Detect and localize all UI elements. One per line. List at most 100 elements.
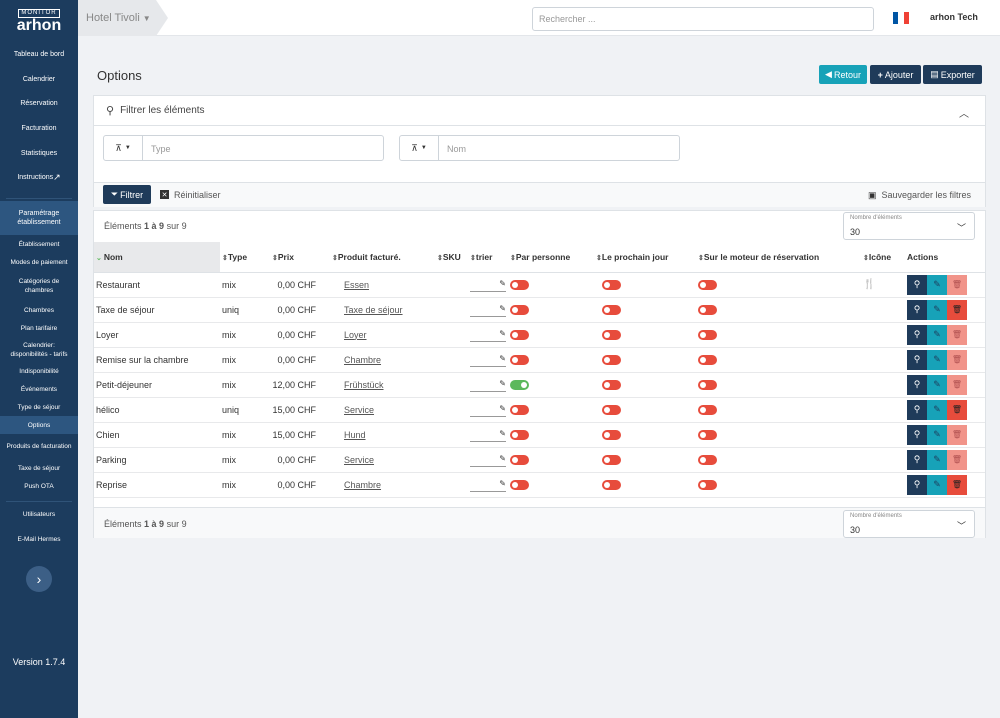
add-button[interactable]: + Ajouter bbox=[870, 65, 921, 84]
sidebar-subitem-12[interactable]: Push OTA bbox=[0, 477, 78, 495]
sidebar-item-0[interactable]: Tableau de bord bbox=[0, 42, 78, 67]
export-button[interactable]: ▤ Exporter bbox=[923, 65, 982, 84]
billed-product-link[interactable]: Chambre bbox=[344, 480, 381, 490]
booking-engine-toggle[interactable] bbox=[698, 454, 717, 465]
per-person-toggle[interactable] bbox=[510, 279, 529, 290]
name-operator-dropdown[interactable]: ⊼ ▼ bbox=[400, 136, 439, 160]
next-day-toggle[interactable] bbox=[602, 404, 621, 415]
per-person-toggle[interactable] bbox=[510, 304, 529, 315]
per-person-toggle[interactable] bbox=[510, 329, 529, 340]
filter-button[interactable]: ⏷ Filtrer bbox=[103, 185, 151, 204]
edit-button[interactable]: ✎ bbox=[927, 424, 947, 445]
sidebar-item-3[interactable]: Facturation bbox=[0, 116, 78, 141]
name-filter-input[interactable]: Nom bbox=[439, 136, 679, 160]
sidebar-subitem-7[interactable]: Événements bbox=[0, 380, 78, 398]
column-header-0[interactable]: ⌄ Nom bbox=[94, 242, 220, 273]
delete-button[interactable]: 🗑 bbox=[947, 474, 967, 495]
view-button[interactable]: ⚲ bbox=[907, 399, 927, 420]
booking-engine-toggle[interactable] bbox=[698, 429, 717, 440]
sidebar-subitem-2[interactable]: Catégories de chambres bbox=[0, 271, 78, 301]
edit-icon[interactable]: ✎ bbox=[499, 404, 506, 413]
billed-product-link[interactable]: Service bbox=[344, 405, 374, 415]
booking-engine-toggle[interactable] bbox=[698, 379, 717, 390]
sidebar-item-2[interactable]: Réservation bbox=[0, 91, 78, 116]
billed-product-link[interactable]: Essen bbox=[344, 280, 369, 290]
per-person-toggle[interactable] bbox=[510, 429, 529, 440]
sidebar-subitem-9[interactable]: Options bbox=[0, 416, 78, 435]
delete-button[interactable]: 🗑 bbox=[947, 274, 967, 295]
next-day-toggle[interactable] bbox=[602, 379, 621, 390]
sidebar-item-4[interactable]: Statistiques bbox=[0, 141, 78, 166]
sidebar-section-settings[interactable]: Paramétrage établissement bbox=[0, 201, 78, 236]
sort-order-input[interactable]: ✎ bbox=[470, 404, 506, 417]
delete-button[interactable]: 🗑 bbox=[947, 324, 967, 345]
per-person-toggle[interactable] bbox=[510, 379, 529, 390]
sidebar-subitem-8[interactable]: Type de séjour bbox=[0, 398, 78, 416]
next-day-toggle[interactable] bbox=[602, 479, 621, 490]
view-button[interactable]: ⚲ bbox=[907, 374, 927, 395]
next-day-toggle[interactable] bbox=[602, 304, 621, 315]
delete-button[interactable]: 🗑 bbox=[947, 349, 967, 370]
sort-order-input[interactable]: ✎ bbox=[470, 479, 506, 492]
sidebar-subitem-1[interactable]: Modes de paiement bbox=[0, 253, 78, 271]
booking-engine-toggle[interactable] bbox=[698, 404, 717, 415]
column-header-10[interactable]: Actions bbox=[905, 242, 985, 273]
sort-order-input[interactable]: ✎ bbox=[470, 279, 506, 292]
delete-button[interactable]: 🗑 bbox=[947, 424, 967, 445]
expand-sidebar-button[interactable]: › bbox=[26, 566, 52, 593]
delete-button[interactable]: 🗑 bbox=[947, 399, 967, 420]
view-button[interactable]: ⚲ bbox=[907, 424, 927, 445]
sort-order-input[interactable]: ✎ bbox=[470, 304, 506, 317]
edit-button[interactable]: ✎ bbox=[927, 374, 947, 395]
hotel-selector[interactable]: Hotel Tivoli ▼ bbox=[78, 0, 168, 36]
column-header-2[interactable]: ⇕Prix bbox=[270, 242, 330, 273]
column-header-1[interactable]: ⇕Type bbox=[220, 242, 270, 273]
column-header-7[interactable]: ⇕Le prochain jour bbox=[594, 242, 696, 273]
view-button[interactable]: ⚲ bbox=[907, 274, 927, 295]
edit-icon[interactable]: ✎ bbox=[499, 454, 506, 463]
next-day-toggle[interactable] bbox=[602, 354, 621, 365]
sidebar-subitem-3[interactable]: Chambres bbox=[0, 301, 78, 319]
back-button[interactable]: ◀ Retour bbox=[819, 65, 867, 84]
sidebar-subitem-6[interactable]: Indisponibilité bbox=[0, 362, 78, 380]
edit-icon[interactable]: ✎ bbox=[499, 379, 506, 388]
booking-engine-toggle[interactable] bbox=[698, 329, 717, 340]
user-menu[interactable]: arhon Tech bbox=[930, 12, 978, 22]
booking-engine-toggle[interactable] bbox=[698, 279, 717, 290]
billed-product-link[interactable]: Service bbox=[344, 455, 374, 465]
next-day-toggle[interactable] bbox=[602, 279, 621, 290]
billed-product-link[interactable]: Taxe de séjour bbox=[344, 305, 403, 315]
sort-order-input[interactable]: ✎ bbox=[470, 454, 506, 467]
delete-button[interactable]: 🗑 bbox=[947, 299, 967, 320]
booking-engine-toggle[interactable] bbox=[698, 479, 717, 490]
column-header-9[interactable]: ⇕Icône bbox=[861, 242, 905, 273]
per-person-toggle[interactable] bbox=[510, 479, 529, 490]
edit-button[interactable]: ✎ bbox=[927, 474, 947, 495]
edit-button[interactable]: ✎ bbox=[927, 274, 947, 295]
column-header-4[interactable]: ⇕SKU bbox=[435, 242, 468, 273]
sidebar-subitem-4[interactable]: Plan tarifaire bbox=[0, 319, 78, 337]
billed-product-link[interactable]: Frühstück bbox=[344, 380, 384, 390]
per-person-toggle[interactable] bbox=[510, 354, 529, 365]
per-person-toggle[interactable] bbox=[510, 454, 529, 465]
billed-product-link[interactable]: Loyer bbox=[344, 330, 367, 340]
per-page-select[interactable]: Nombre d'éléments 30 ﹀ bbox=[843, 212, 975, 240]
column-header-5[interactable]: ⇕trier bbox=[468, 242, 508, 273]
next-day-toggle[interactable] bbox=[602, 329, 621, 340]
filter-header[interactable]: ⚲ Filtrer les éléments ︿ bbox=[94, 96, 985, 126]
search-input[interactable]: Rechercher ... bbox=[532, 7, 874, 31]
view-button[interactable]: ⚲ bbox=[907, 324, 927, 345]
delete-button[interactable]: 🗑 bbox=[947, 449, 967, 470]
sidebar-subitem-11[interactable]: Taxe de séjour bbox=[0, 459, 78, 477]
column-header-6[interactable]: ⇕Par personne bbox=[508, 242, 594, 273]
sidebar-subitem-10[interactable]: Produits de facturation bbox=[0, 434, 78, 459]
view-button[interactable]: ⚲ bbox=[907, 349, 927, 370]
edit-button[interactable]: ✎ bbox=[927, 349, 947, 370]
sort-order-input[interactable]: ✎ bbox=[470, 329, 506, 342]
column-header-3[interactable]: ⇕Produit facturé. bbox=[330, 242, 435, 273]
column-header-8[interactable]: ⇕Sur le moteur de réservation bbox=[696, 242, 861, 273]
booking-engine-toggle[interactable] bbox=[698, 354, 717, 365]
per-person-toggle[interactable] bbox=[510, 404, 529, 415]
logo[interactable]: MONITOR arhon bbox=[0, 0, 78, 42]
type-filter-input[interactable]: Type bbox=[143, 136, 383, 160]
